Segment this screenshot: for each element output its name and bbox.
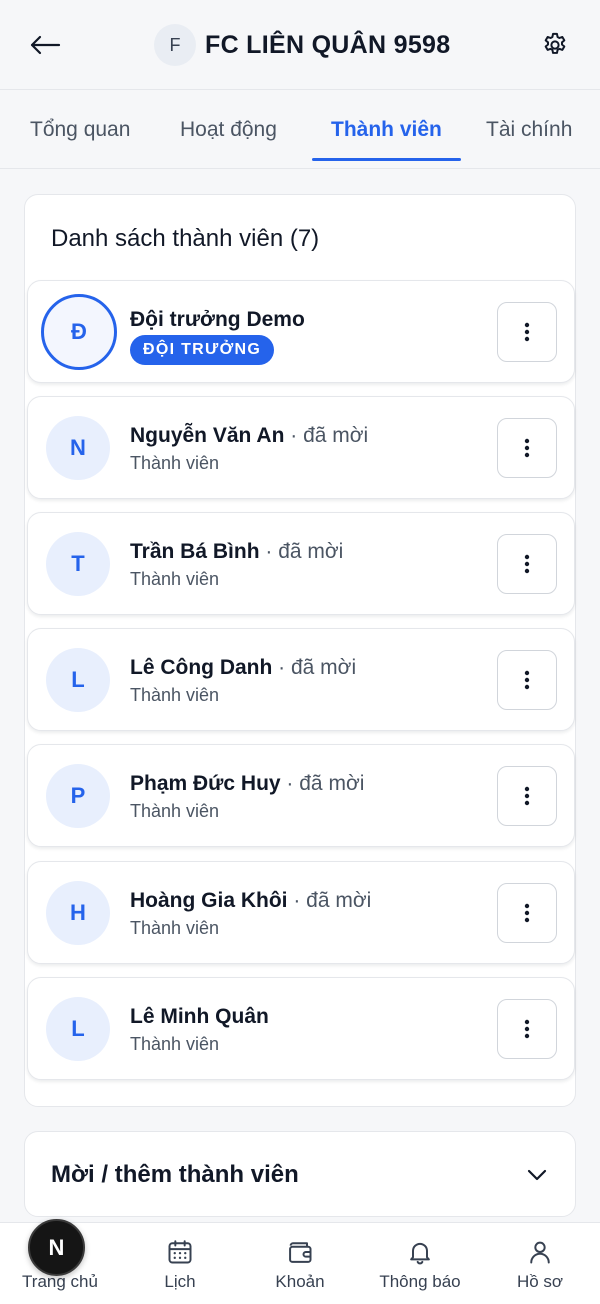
nav-calendar[interactable]: Lịch bbox=[120, 1223, 240, 1304]
member-more-button[interactable] bbox=[497, 999, 557, 1059]
more-vertical-icon bbox=[524, 786, 530, 806]
nav-label: Hồ sơ bbox=[516, 1272, 564, 1291]
page-title: FC LIÊN QUÂN 9598 bbox=[205, 31, 451, 59]
member-name-text: Nguyễn Văn An bbox=[130, 424, 285, 447]
member-row[interactable]: P Phạm Đức Huy · đã mời Thành viên bbox=[27, 744, 575, 847]
settings-button[interactable] bbox=[534, 25, 576, 65]
member-name: Hoàng Gia Khôi · đã mời bbox=[130, 886, 371, 916]
member-name-text: Trần Bá Bình bbox=[130, 540, 260, 563]
member-name-text: Đội trưởng Demo bbox=[130, 308, 305, 331]
more-vertical-icon bbox=[524, 438, 530, 458]
member-more-button[interactable] bbox=[497, 883, 557, 943]
member-name: Phạm Đức Huy · đã mời bbox=[130, 769, 364, 799]
member-row-captain[interactable]: Đ Đội trưởng Demo ĐỘI TRƯỞNG bbox=[27, 280, 575, 383]
member-role: Thành viên bbox=[130, 1034, 220, 1054]
nav-notifications[interactable]: Thông báo bbox=[360, 1223, 480, 1304]
members-title: Danh sách thành viên (7) bbox=[51, 225, 320, 252]
member-role: Thành viên bbox=[130, 685, 220, 705]
active-tab-indicator bbox=[312, 158, 461, 161]
arrow-left-icon bbox=[30, 35, 61, 55]
member-more-button[interactable] bbox=[497, 302, 557, 362]
invite-section[interactable]: Mời / thêm thành viên bbox=[24, 1131, 576, 1217]
member-more-button[interactable] bbox=[497, 766, 557, 826]
member-row[interactable]: N Nguyễn Văn An · đã mời Thành viên bbox=[27, 396, 575, 499]
more-vertical-icon bbox=[524, 670, 530, 690]
member-more-button[interactable] bbox=[497, 534, 557, 594]
nav-profile[interactable]: Hồ sơ bbox=[480, 1223, 600, 1304]
user-icon bbox=[530, 1241, 550, 1264]
more-vertical-icon bbox=[524, 903, 530, 923]
avatar: Đ bbox=[41, 294, 117, 370]
member-role: Thành viên bbox=[130, 453, 220, 473]
member-status: · đã mời bbox=[287, 889, 372, 912]
more-vertical-icon bbox=[524, 554, 530, 574]
member-status: · đã mời bbox=[259, 540, 344, 563]
nav-wallet[interactable]: Khoản bbox=[240, 1223, 360, 1304]
more-vertical-icon bbox=[524, 1019, 530, 1039]
tab-finance[interactable]: Tài chính bbox=[486, 113, 572, 147]
members-card: Danh sách thành viên (7) Đ Đội trưởng De… bbox=[24, 194, 576, 1107]
bell-icon bbox=[410, 1242, 430, 1265]
member-status: · đã mời bbox=[280, 772, 365, 795]
tab-members[interactable]: Thành viên bbox=[331, 113, 442, 147]
tab-overview[interactable]: Tổng quan bbox=[30, 113, 130, 147]
nav-label: Lịch bbox=[164, 1272, 196, 1291]
wallet-icon bbox=[289, 1242, 312, 1263]
gear-icon bbox=[544, 32, 566, 54]
avatar: H bbox=[46, 881, 110, 945]
member-name: Nguyễn Văn An · đã mời bbox=[130, 421, 368, 451]
member-row[interactable]: T Trần Bá Bình · đã mời Thành viên bbox=[27, 512, 575, 615]
member-name-text: Lê Công Danh bbox=[130, 656, 273, 679]
chevron-down-icon bbox=[527, 1169, 547, 1181]
team-avatar: F bbox=[154, 24, 196, 66]
member-row[interactable]: H Hoàng Gia Khôi · đã mời Thành viên bbox=[27, 861, 575, 964]
floating-avatar-button[interactable]: N bbox=[28, 1219, 85, 1276]
bottom-nav: Trang chủ Lịch Khoản Thông báo Hồ sơ bbox=[0, 1222, 600, 1304]
more-vertical-icon bbox=[524, 322, 530, 342]
member-status: · đã mời bbox=[284, 424, 369, 447]
avatar: L bbox=[46, 997, 110, 1061]
avatar: N bbox=[46, 416, 110, 480]
member-name: Lê Công Danh · đã mời bbox=[130, 653, 356, 683]
member-row[interactable]: L Lê Công Danh · đã mời Thành viên bbox=[27, 628, 575, 731]
member-name: Trần Bá Bình · đã mời bbox=[130, 537, 343, 567]
tab-bar: Tổng quan Hoạt động Thành viên Tài chính bbox=[0, 91, 600, 169]
back-button[interactable] bbox=[24, 25, 66, 65]
invite-title: Mời / thêm thành viên bbox=[51, 1161, 299, 1188]
nav-label: Khoản bbox=[275, 1272, 325, 1291]
member-name: Lê Minh Quân bbox=[130, 1002, 269, 1032]
avatar: L bbox=[46, 648, 110, 712]
member-more-button[interactable] bbox=[497, 650, 557, 710]
tab-activity[interactable]: Hoạt động bbox=[180, 113, 277, 147]
member-name: Đội trưởng Demo bbox=[130, 305, 305, 335]
app-header: F FC LIÊN QUÂN 9598 bbox=[0, 0, 600, 90]
member-row[interactable]: L Lê Minh Quân Thành viên bbox=[27, 977, 575, 1080]
member-more-button[interactable] bbox=[497, 418, 557, 478]
member-role: Thành viên bbox=[130, 918, 220, 938]
member-name-text: Lê Minh Quân bbox=[130, 1005, 269, 1028]
nav-label: Thông báo bbox=[379, 1272, 461, 1291]
avatar: T bbox=[46, 532, 110, 596]
captain-badge: ĐỘI TRƯỞNG bbox=[130, 335, 275, 365]
avatar: P bbox=[46, 764, 110, 828]
member-role: Thành viên bbox=[130, 569, 220, 589]
member-name-text: Hoàng Gia Khôi bbox=[130, 889, 288, 912]
member-name-text: Phạm Đức Huy bbox=[130, 772, 281, 795]
calendar-icon bbox=[168, 1240, 192, 1264]
member-status: · đã mời bbox=[272, 656, 357, 679]
member-role: Thành viên bbox=[130, 801, 220, 821]
